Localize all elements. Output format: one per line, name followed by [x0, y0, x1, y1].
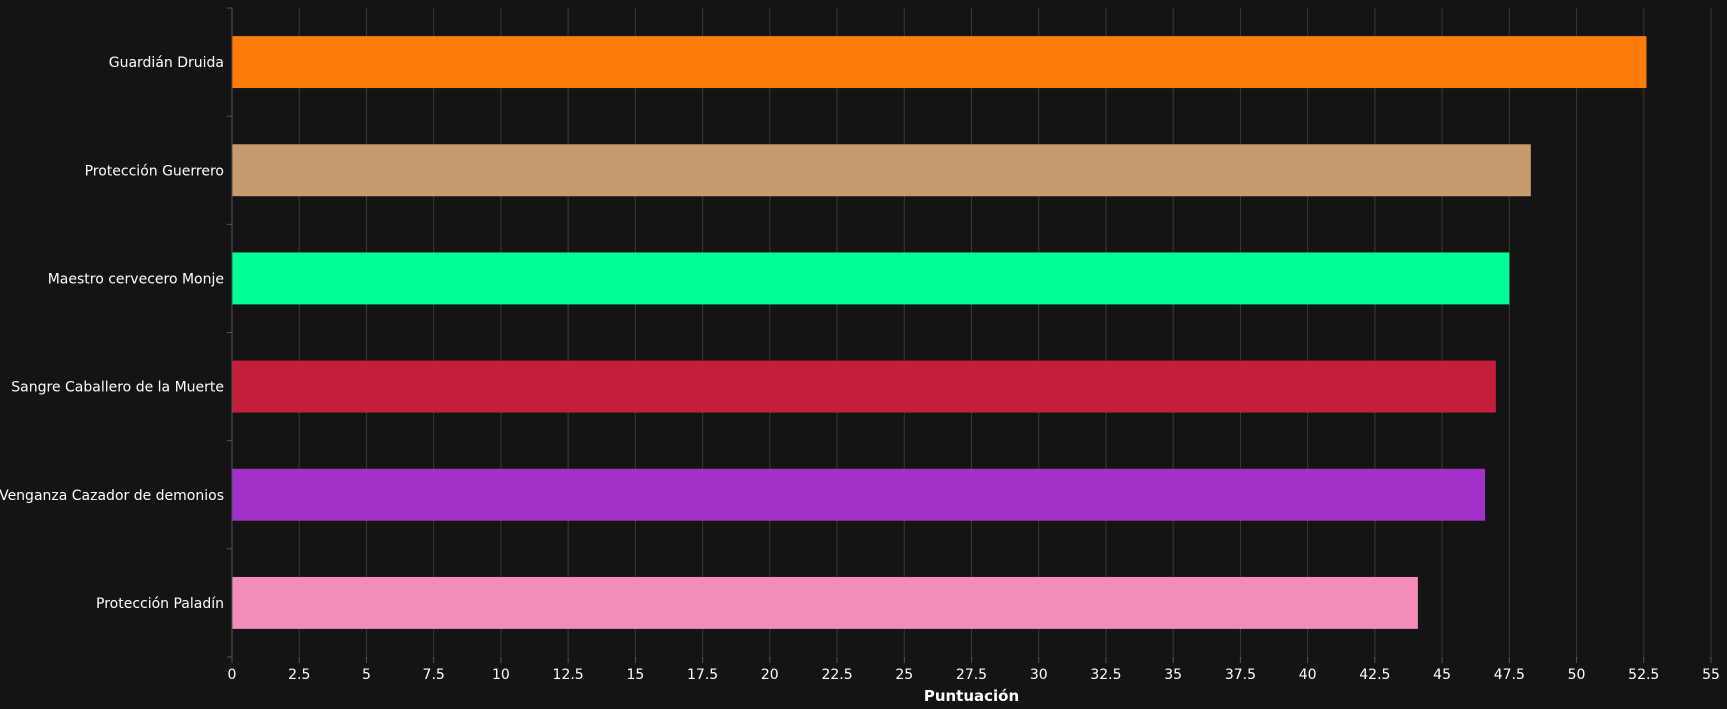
x-tick-label: 37.5	[1225, 667, 1256, 683]
x-tick-label: 7.5	[423, 667, 445, 683]
x-tick-label: 2.5	[288, 667, 310, 683]
x-tick-label: 32.5	[1090, 667, 1121, 683]
x-tick-label: 50	[1568, 667, 1586, 683]
x-tick-label: 25	[895, 667, 913, 683]
grid-layer	[298, 8, 1712, 657]
x-axis-ticks: 0 2.5 5 7.5 10 12.5 15 17.5 20 22.5 25 27.5 30 32.5 35…	[228, 657, 1720, 683]
bar-3	[232, 360, 1496, 413]
y-axis-categories: Guardián Druida Protección Guerrero Maestr…	[0, 7, 232, 658]
x-tick-label: 45	[1433, 667, 1451, 683]
x-tick-label: 20	[761, 667, 779, 683]
bar-chart: 0 2.5 5 7.5 10 12.5 15 17.5 20 22.5 25 27.5 30 32.5 35…	[0, 7, 1720, 705]
x-tick-label: 15	[626, 667, 644, 683]
x-tick-label: 40	[1299, 667, 1317, 683]
bar-4	[232, 468, 1486, 521]
x-tick-label: 27.5	[956, 667, 987, 683]
x-tick-label: 10	[492, 667, 510, 683]
chart-container: 0 2.5 5 7.5 10 12.5 15 17.5 20 22.5 25 27.5 30 32.5 35…	[0, 0, 1727, 709]
category-label: Protección Paladín	[96, 596, 224, 612]
x-tick-label: 30	[1030, 667, 1048, 683]
x-tick-label: 22.5	[821, 667, 852, 683]
category-label: Venganza Cazador de demonios	[0, 488, 224, 504]
category-label: Sangre Caballero de la Muerte	[11, 380, 224, 396]
category-label: Maestro cervecero Monje	[48, 271, 224, 287]
bar-0	[232, 36, 1647, 89]
category-label: Guardián Druida	[109, 55, 224, 71]
category-label: Protección Guerrero	[85, 163, 224, 179]
bars-layer	[232, 36, 1647, 629]
bar-5	[232, 576, 1418, 629]
x-axis-title: Puntuación	[924, 687, 1019, 705]
x-tick-label: 35	[1164, 667, 1182, 683]
x-tick-label: 47.5	[1494, 667, 1525, 683]
bar-1	[232, 144, 1531, 197]
x-tick-label: 0	[228, 667, 237, 683]
x-tick-label: 52.5	[1628, 667, 1659, 683]
x-tick-label: 12.5	[553, 667, 584, 683]
x-tick-label: 17.5	[687, 667, 718, 683]
bar-2	[232, 252, 1510, 305]
x-tick-label: 55	[1702, 667, 1720, 683]
x-tick-label: 5	[362, 667, 371, 683]
x-tick-label: 42.5	[1359, 667, 1390, 683]
